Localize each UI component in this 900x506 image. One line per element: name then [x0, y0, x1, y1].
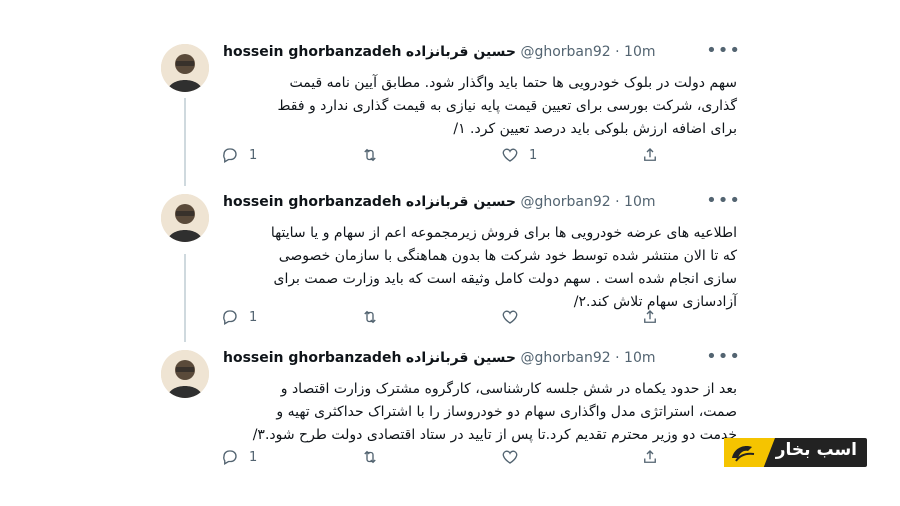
logo-text: اسب بخار — [775, 440, 857, 460]
more-icon[interactable]: ••• — [706, 346, 741, 367]
reply-count: 1 — [249, 309, 258, 325]
retweet-button[interactable] — [361, 144, 379, 166]
avatar-photo — [161, 44, 209, 92]
tweet-actions: 1 1 — [221, 144, 681, 166]
tweet-time[interactable]: · 10m — [615, 44, 655, 60]
reply-icon — [223, 148, 237, 163]
like-icon — [502, 450, 518, 464]
tweet-line: سهم دولت در بلوک خودرویی ها حتما باید وا… — [289, 75, 737, 91]
reply-count: 1 — [249, 449, 258, 465]
horse-icon — [732, 446, 755, 462]
share-icon — [644, 450, 656, 463]
like-button[interactable]: 1 — [501, 144, 537, 166]
tweet-actions: 1 — [221, 446, 681, 468]
tweet-thread: hossein ghorbanzadeh حسین قربانزاده @gho… — [143, 32, 757, 474]
tweet-time[interactable]: · 10m — [615, 194, 655, 210]
retweet-button[interactable] — [361, 306, 379, 328]
reply-button[interactable]: 1 — [221, 144, 257, 166]
tweet-time[interactable]: · 10m — [615, 350, 655, 366]
avatar-photo — [161, 194, 209, 242]
like-icon — [502, 310, 518, 324]
more-icon[interactable]: ••• — [706, 190, 741, 211]
author-name[interactable]: hossein ghorbanzadeh — [223, 44, 401, 60]
tweet-line: اطلاعیه های عرضه خودرویی ها برای فروش زی… — [270, 225, 737, 241]
reply-button[interactable]: 1 — [221, 306, 257, 328]
author-handle[interactable]: @ghorban92 — [520, 44, 610, 60]
retweet-button[interactable] — [361, 446, 379, 468]
share-button[interactable] — [641, 144, 659, 166]
retweet-icon — [364, 310, 376, 324]
tweet-actions: 1 — [221, 306, 681, 328]
tweet-text: سهم دولت در بلوک خودرویی ها حتما باید وا… — [225, 72, 737, 141]
author-name-fa[interactable]: حسین قربانزاده — [406, 194, 516, 210]
author-name-fa[interactable]: حسین قربانزاده — [406, 350, 516, 366]
share-icon — [644, 148, 656, 161]
author-name[interactable]: hossein ghorbanzadeh — [223, 194, 401, 210]
author-handle[interactable]: @ghorban92 — [520, 194, 610, 210]
avatar[interactable] — [161, 350, 209, 398]
retweet-icon — [364, 450, 376, 464]
share-icon — [644, 310, 656, 323]
reply-icon — [223, 310, 237, 325]
more-icon[interactable]: ••• — [706, 40, 741, 61]
retweet-icon — [364, 148, 376, 162]
avatar[interactable] — [161, 194, 209, 242]
share-button[interactable] — [641, 446, 659, 468]
reply-count: 1 — [249, 147, 258, 163]
avatar-photo — [161, 350, 209, 398]
avatar[interactable] — [161, 44, 209, 92]
author-name[interactable]: hossein ghorbanzadeh — [223, 350, 401, 366]
tweet-line: سازی انجام شده است . سهم دولت کامل وثیقه… — [273, 271, 737, 287]
tweet[interactable]: hossein ghorbanzadeh حسین قربانزاده @gho… — [143, 32, 757, 182]
tweet-line: که تا الان منتشر شده توسط خود شرکت ها بد… — [278, 248, 737, 264]
tweet-header: hossein ghorbanzadeh حسین قربانزاده @gho… — [223, 44, 743, 66]
tweet-text: اطلاعیه های عرضه خودرویی ها برای فروش زی… — [225, 222, 737, 314]
tweet[interactable]: hossein ghorbanzadeh حسین قربانزاده @gho… — [143, 182, 757, 347]
logo-mark — [724, 438, 775, 467]
like-button[interactable] — [501, 306, 519, 328]
like-icon — [502, 148, 518, 162]
tweet-line: بعد از حدود یکماه در شش جلسه کارشناسی، ک… — [280, 381, 737, 397]
tweet-header: hossein ghorbanzadeh حسین قربانزاده @gho… — [223, 194, 743, 216]
like-button[interactable] — [501, 446, 519, 468]
tweet-line: گذاری، شرکت بورسی برای تعیین قیمت پایه ن… — [277, 98, 737, 114]
share-button[interactable] — [641, 306, 659, 328]
tweet-header: hossein ghorbanzadeh حسین قربانزاده @gho… — [223, 350, 743, 372]
author-handle[interactable]: @ghorban92 — [520, 350, 610, 366]
author-name-fa[interactable]: حسین قربانزاده — [406, 44, 516, 60]
reply-button[interactable]: 1 — [221, 446, 257, 468]
tweet-line: خدمت دو وزیر محترم تقدیم کرد.تا پس از تا… — [252, 427, 737, 443]
reply-icon — [223, 450, 237, 465]
tweet[interactable]: hossein ghorbanzadeh حسین قربانزاده @gho… — [143, 338, 757, 478]
tweet-line: برای اضافه ارزش بلوکی باید درصد تعیین کر… — [453, 121, 737, 137]
tweet-line: صمت، استراتژی مدل واگذاری سهام دو خودروس… — [276, 404, 737, 420]
like-count: 1 — [529, 147, 538, 163]
site-logo: اسب بخار — [724, 438, 867, 467]
tweet-text: بعد از حدود یکماه در شش جلسه کارشناسی، ک… — [225, 378, 737, 447]
